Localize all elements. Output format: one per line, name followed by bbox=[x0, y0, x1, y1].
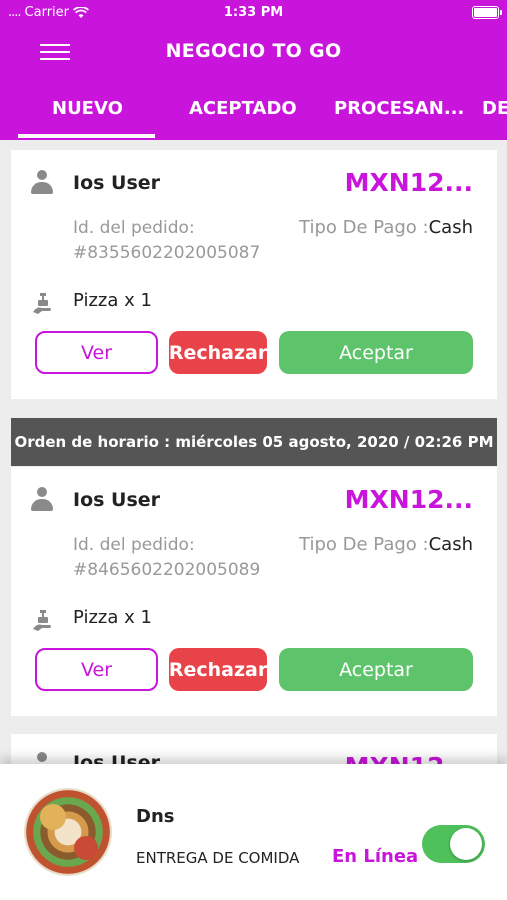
order-id: #8465602202005089 bbox=[73, 560, 261, 580]
tab-nuevo[interactable]: NUEVO bbox=[52, 98, 123, 119]
payment-type-label: Tipo De Pago : bbox=[299, 534, 429, 555]
store-type: ENTREGA DE COMIDA bbox=[136, 849, 300, 867]
payment-type: Tipo De Pago :Cash bbox=[299, 534, 473, 555]
reject-button[interactable]: Rechazar bbox=[169, 648, 267, 691]
order-amount: MXN12... bbox=[344, 485, 473, 514]
store-status-panel: Dns ENTREGA DE COMIDA En Línea bbox=[0, 764, 507, 900]
online-toggle[interactable] bbox=[422, 825, 485, 863]
scheduled-order-banner: Orden de horario : miércoles 05 agosto, … bbox=[11, 418, 497, 466]
order-id-label: Id. del pedido: bbox=[73, 218, 195, 238]
serving-hand-icon bbox=[33, 293, 51, 314]
customer-name: Ios User bbox=[73, 172, 161, 194]
toggle-knob bbox=[450, 828, 482, 860]
app-header: .... Carrier 1:33 PM NEGOCIO TO GO NUEVO… bbox=[0, 0, 507, 140]
user-icon bbox=[31, 487, 53, 513]
view-button[interactable]: Ver bbox=[35, 331, 158, 374]
payment-type-value: Cash bbox=[428, 534, 473, 555]
order-items: Pizza x 1 bbox=[73, 607, 152, 628]
user-icon bbox=[31, 170, 53, 196]
tab-delivered[interactable]: DE bbox=[482, 98, 507, 119]
tab-procesando[interactable]: PROCESAN... bbox=[334, 98, 464, 119]
clock: 1:33 PM bbox=[223, 5, 284, 20]
order-id-label: Id. del pedido: bbox=[73, 535, 195, 555]
reject-button[interactable]: Rechazar bbox=[169, 331, 267, 374]
order-id: #8355602202005087 bbox=[73, 243, 261, 263]
payment-type: Tipo De Pago :Cash bbox=[299, 217, 473, 238]
active-tab-indicator bbox=[18, 134, 155, 138]
view-button[interactable]: Ver bbox=[35, 648, 158, 691]
online-status-label: En Línea bbox=[332, 846, 419, 867]
order-card: Ios User MXN12... Id. del pedido: #84656… bbox=[11, 467, 497, 716]
store-name: Dns bbox=[136, 806, 175, 827]
payment-type-value: Cash bbox=[428, 217, 473, 238]
serving-hand-icon bbox=[33, 610, 51, 631]
payment-type-label: Tipo De Pago : bbox=[299, 217, 429, 238]
status-bar: .... Carrier 1:33 PM bbox=[0, 0, 507, 26]
accept-button[interactable]: Aceptar bbox=[279, 648, 473, 691]
order-amount: MXN12... bbox=[344, 168, 473, 197]
store-logo bbox=[24, 788, 112, 876]
tab-aceptado[interactable]: ACEPTADO bbox=[189, 98, 297, 119]
battery-icon bbox=[472, 6, 502, 19]
order-items: Pizza x 1 bbox=[73, 290, 152, 311]
customer-name: Ios User bbox=[73, 489, 161, 511]
app-title: NEGOCIO TO GO bbox=[165, 40, 342, 62]
order-card: Ios User MXN12... Id. del pedido: #83556… bbox=[11, 150, 497, 399]
order-tabs: NUEVO ACEPTADO PROCESAN... DE bbox=[0, 86, 507, 140]
accept-button[interactable]: Aceptar bbox=[279, 331, 473, 374]
